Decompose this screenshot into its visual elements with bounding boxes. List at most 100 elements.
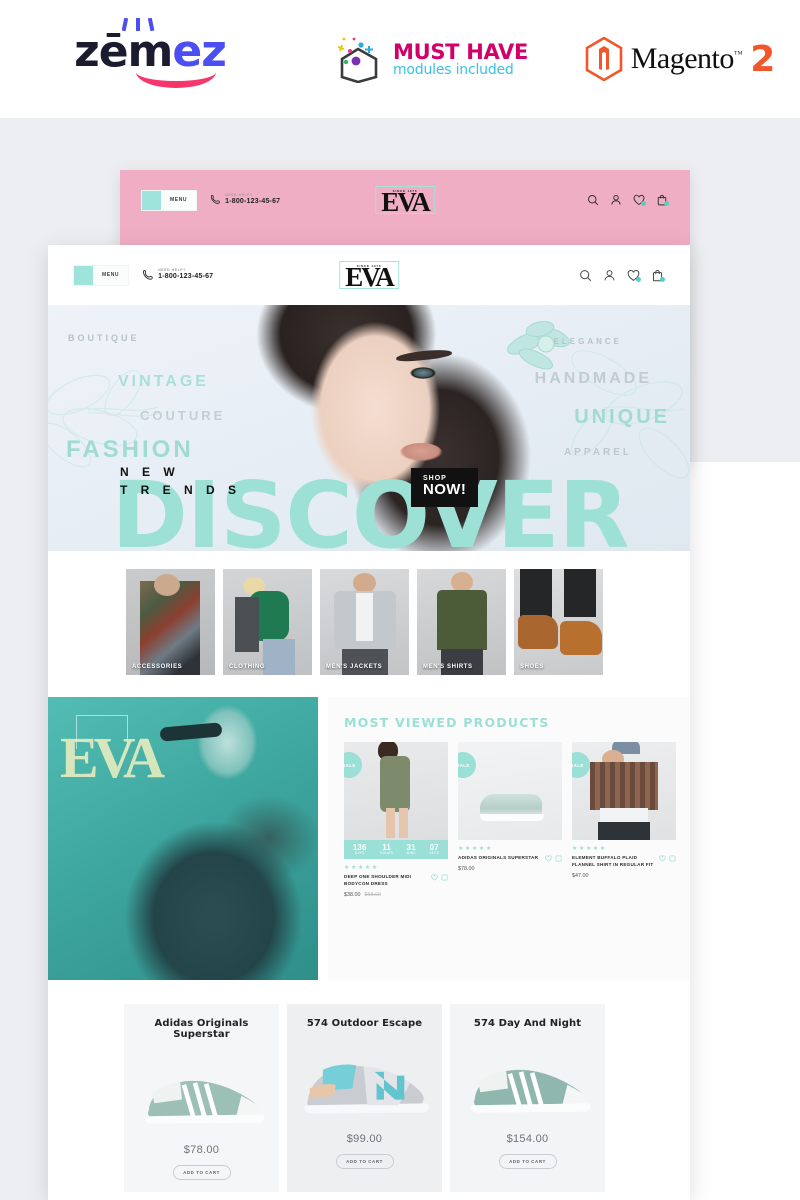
add-to-cart-button[interactable]: ADD TO CART (498, 1154, 557, 1169)
featured-product-card[interactable]: 574 Outdoor Escape $99.00 ADD TO CART (287, 1004, 442, 1192)
featured-product-name: 574 Outdoor Escape (306, 1018, 423, 1029)
shop-now-large-label: NOW! (423, 481, 467, 499)
timer-days: 136 DAYS (353, 843, 367, 856)
phone-block[interactable]: NEED HELP? 1-800-123-45-67 (210, 193, 280, 206)
sneaker-icon (304, 1064, 429, 1114)
category-label: ACCESSORIES (132, 664, 183, 670)
add-to-cart-button[interactable]: ADD TO CART (172, 1165, 231, 1180)
sale-badge: SALE (458, 752, 476, 778)
timer-hours: 11 HOURS (380, 843, 394, 856)
hero-keyword-apparel: APPAREL (563, 447, 632, 458)
featured-product-image (458, 1045, 597, 1121)
timer-mins: 31 MINS (406, 843, 416, 856)
product-actions (659, 855, 676, 862)
product-name[interactable]: ELEMENT BUFFALO PLAID FLANNEL SHIRT IN R… (572, 855, 655, 869)
timer-secs: 07 SECS (429, 843, 439, 856)
site-header: MENU NEED HELP? 1-800-123-45-67 SINCE 19… (48, 245, 690, 305)
featured-product-name: Adidas Originals Superstar (154, 1018, 249, 1040)
hero-keyword-elegance: ELEGANCE (553, 337, 622, 346)
product-card[interactable]: SALE ★★★★★ ELEMENT BUFFALO PLAID FLANNEL… (572, 742, 676, 898)
cart-icon[interactable] (656, 194, 669, 206)
most-viewed-title: MOST VIEWED PRODUCTS (344, 715, 550, 730)
magento-name-text: Magento (630, 42, 735, 75)
phone-block[interactable]: NEED HELP? 1-800-123-45-67 (142, 268, 214, 281)
hero-subline-2: T R E N D S (120, 482, 242, 497)
secondary-site-logo[interactable]: SINCE 1976 EVA (375, 186, 435, 218)
product-price-row: $78.00 (458, 866, 562, 872)
category-tile-shoes[interactable]: SHOES (514, 569, 603, 675)
shop-now-button[interactable]: SHOP NOW! (411, 468, 479, 507)
sneaker-icon (144, 1080, 265, 1124)
featured-products-grid: Adidas Originals Superstar $78.00 ADD TO… (48, 980, 690, 1192)
product-card[interactable]: SALE ★★★★★ ADIDAS ORIGINALS SUPERSTAR $7… (458, 742, 562, 898)
timer-hours-label: HOURS (380, 851, 394, 856)
timer-mins-label: MINS (406, 851, 416, 856)
featured-product-price: $154.00 (506, 1133, 549, 1145)
wishlist-icon[interactable] (545, 855, 552, 862)
compare-icon[interactable] (441, 874, 448, 881)
countdown-timer: 136 DAYS 11 HOURS 31 MINS 07 SECS (344, 840, 448, 859)
search-icon[interactable] (587, 194, 599, 206)
model-eye (410, 367, 436, 379)
hero-keyword-boutique: BOUTIQUE (68, 333, 140, 343)
product-name[interactable]: DEEP ONE SHOULDER MIDI BODYCON DRESS (344, 874, 427, 888)
must-have-logo: MUST HAVE modules included (300, 35, 560, 83)
wishlist-icon[interactable] (627, 269, 641, 282)
phone-icon (143, 270, 153, 280)
account-icon[interactable] (610, 194, 622, 206)
wishlist-icon[interactable] (659, 855, 666, 862)
compare-icon[interactable] (669, 855, 676, 862)
wishlist-icon[interactable] (431, 874, 438, 881)
zemez-wordmark-dark: zēm (74, 26, 173, 77)
brand-logo-bar: zēmez MUST HAVE modules included Magento… (0, 0, 800, 118)
category-tile-accessories[interactable]: ACCESSORIES (126, 569, 215, 675)
product-name[interactable]: ADIDAS ORIGINALS SUPERSTAR (458, 855, 538, 862)
product-old-price: $68.00 (364, 891, 382, 898)
category-strip: ACCESSORIES CLOTHING MEN'S JACKETS MEN'S… (48, 551, 690, 697)
featured-product-price: $78.00 (183, 1144, 220, 1156)
product-image: SALE (572, 742, 676, 840)
product-image: SALE (344, 742, 448, 840)
category-tile-clothing[interactable]: CLOTHING (223, 569, 312, 675)
compare-icon[interactable] (555, 855, 562, 862)
hero-keyword-vintage: VINTAGE (118, 373, 209, 390)
menu-button[interactable]: MENU (142, 190, 197, 210)
category-tile-mens-shirts[interactable]: MEN'S SHIRTS (417, 569, 506, 675)
logo-eva-text: EVA (345, 262, 395, 293)
featured-product-card[interactable]: 574 Day And Night $154.00 ADD TO CART (450, 1004, 605, 1192)
phone-number: 1-800-123-45-67 (158, 273, 214, 281)
product-price: $47.00 (572, 872, 589, 879)
sale-badge: SALE (572, 752, 590, 778)
phone-icon (211, 195, 220, 205)
cart-icon[interactable] (651, 269, 665, 282)
must-have-title: MUST HAVE (392, 39, 528, 64)
wishlist-icon[interactable] (633, 194, 646, 206)
magento-wordmark: Magento™ (630, 42, 743, 76)
featured-product-card[interactable]: Adidas Originals Superstar $78.00 ADD TO… (124, 1004, 279, 1192)
product-card[interactable]: SALE 136 DAYS 11 HOURS (344, 742, 448, 898)
promo-logo-text: EVA (60, 725, 165, 790)
product-image: SALE (458, 742, 562, 840)
product-price-row: $47.00 (572, 873, 676, 879)
product-price: $38.00 (344, 891, 361, 898)
rating-stars: ★★★★★ (572, 846, 607, 852)
featured-product-price: $99.00 (346, 1133, 383, 1145)
hero-subline-1: N E W (120, 465, 180, 480)
hero-keyword-handmade: HANDMADE (534, 370, 652, 387)
hero-subline: N E W T R E N D S (120, 464, 241, 499)
add-to-cart-button[interactable]: ADD TO CART (335, 1154, 394, 1169)
timer-days-label: DAYS (354, 851, 365, 856)
logo-eva-text: EVA (381, 187, 431, 218)
magento-logo: Magento™ 2 (560, 37, 800, 81)
product-price-row: $38.00 $68.00 (344, 892, 448, 898)
account-icon[interactable] (603, 269, 616, 282)
product-actions (431, 874, 448, 881)
search-icon[interactable] (579, 269, 592, 282)
category-label: SHOES (520, 664, 545, 670)
site-logo[interactable]: SINCE 1976 EVA (339, 261, 399, 293)
product-actions (545, 855, 562, 862)
menu-button[interactable]: MENU (74, 265, 129, 285)
eva-promo-banner[interactable]: EVA (48, 697, 318, 980)
category-tile-mens-jackets[interactable]: MEN'S JACKETS (320, 569, 409, 675)
category-label: MEN'S JACKETS (326, 664, 383, 670)
